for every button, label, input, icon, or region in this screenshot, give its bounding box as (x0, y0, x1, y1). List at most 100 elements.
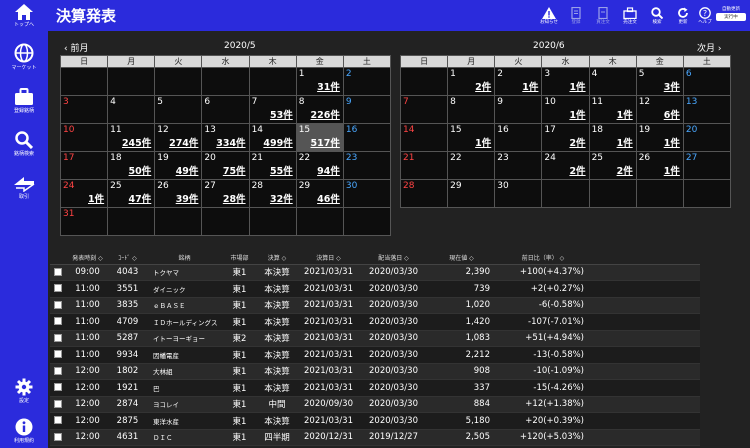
announcement-count-link[interactable]: 2件 (569, 163, 585, 177)
calendar-day-cell[interactable]: 3 1件 (541, 67, 590, 96)
calendar-day-cell[interactable]: 18 50件 (107, 151, 156, 180)
stock-name[interactable]: 因幡電産 (147, 346, 222, 364)
calendar-day-cell[interactable]: 14 499件 (248, 123, 297, 152)
calendar-day-cell[interactable]: 7 53件 (248, 95, 297, 124)
calendar-day-cell[interactable]: 19 49件 (154, 151, 203, 180)
calendar-day-cell[interactable]: 11 245件 (107, 123, 156, 152)
calendar-day-cell[interactable]: 28 (399, 179, 449, 208)
row-checkbox[interactable] (54, 350, 62, 359)
announcement-count-link[interactable]: 2件 (617, 163, 633, 177)
calendar-day-cell[interactable]: 10 (59, 123, 109, 152)
next-month-link[interactable]: 次月 › (697, 41, 721, 54)
table-row[interactable]: 11:00 4709 ＩＤホールディングス 東1 本決算 2021/03/31 2020/0… (50, 313, 700, 331)
calendar-day-cell[interactable]: 4 (588, 67, 637, 96)
stock-name[interactable]: イトーヨーギョー (147, 330, 222, 347)
calendar-day-cell[interactable]: 26 39件 (154, 179, 203, 208)
row-checkbox[interactable] (54, 399, 62, 408)
sidebar-item-market[interactable]: マーケット (0, 43, 48, 71)
table-row[interactable]: 12:00 2874 ヨコレイ 東1 中間 2020/09/30 2020/03/30 884… (50, 396, 700, 413)
buy-order-button[interactable]: 買注文 (592, 7, 614, 25)
announcement-count-link[interactable]: 50件 (129, 163, 152, 177)
calendar-day-cell[interactable]: 5 3件 (635, 67, 684, 96)
sidebar-item-top[interactable]: トップへ (0, 4, 48, 28)
calendar-day-cell[interactable]: 26 1件 (635, 151, 684, 180)
stock-name[interactable]: ｅＢＡＳＥ (147, 297, 222, 314)
announcement-count-link[interactable]: 245件 (122, 135, 151, 149)
notice-button[interactable]: お知らせ (538, 7, 560, 25)
announcement-count-link[interactable]: 39件 (176, 191, 199, 205)
calendar-day-cell[interactable]: 10 1件 (541, 95, 590, 124)
calendar-day-cell[interactable]: 12 274件 (154, 123, 203, 152)
calendar-day-cell[interactable]: 16 (342, 123, 392, 152)
announcement-count-link[interactable]: 49件 (176, 163, 199, 177)
announcement-count-link[interactable]: 53件 (270, 107, 293, 121)
announcement-count-link[interactable]: 499件 (263, 135, 292, 149)
auto-update-control[interactable]: 自動更新 実行中 (716, 6, 746, 21)
stock-name[interactable]: ＤＩＣ (147, 429, 222, 446)
calendar-day-cell[interactable]: 15 1件 (447, 123, 496, 152)
refresh-button[interactable]: 更新 (672, 7, 694, 25)
sidebar-item-search[interactable]: 銘柄検索 (0, 131, 48, 157)
calendar-day-cell[interactable]: 8 226件 (295, 95, 344, 124)
calendar-day-cell[interactable]: 4 (107, 95, 156, 124)
table-row[interactable]: 12:00 2875 東洋水産 東1 本決算 2021/03/31 2020/03/30 5,… (50, 412, 700, 430)
calendar-day-cell[interactable]: 7 (399, 95, 449, 124)
table-row[interactable]: 09:00 4043 トクヤマ 東1 本決算 2021/03/31 2020/03/30 2,… (50, 264, 700, 281)
row-checkbox[interactable] (54, 284, 62, 293)
calendar-day-cell[interactable]: 19 1件 (635, 123, 684, 152)
announcement-count-link[interactable]: 1件 (522, 79, 538, 93)
announcement-count-link[interactable]: 6件 (664, 107, 680, 121)
announcement-count-link[interactable]: 28件 (223, 191, 246, 205)
prev-month-link[interactable]: ‹ 前月 (64, 41, 88, 54)
calendar-day-cell[interactable]: 25 47件 (107, 179, 156, 208)
announcement-count-link[interactable]: 1件 (617, 135, 633, 149)
calendar-day-cell[interactable]: 14 (399, 123, 449, 152)
calendar-day-cell[interactable]: 21 (399, 151, 449, 180)
table-row[interactable]: 12:00 4631 ＤＩＣ 東1 四半期 2020/12/31 2019/12/27 2,5… (50, 429, 700, 446)
calendar-day-cell[interactable]: 29 (447, 179, 496, 208)
announcement-count-link[interactable]: 274件 (169, 135, 198, 149)
calendar-day-cell[interactable]: 13 (682, 95, 732, 124)
table-row[interactable]: 11:00 3835 ｅＢＡＳＥ 東1 本決算 2021/03/31 2020/03/30 1… (50, 297, 700, 314)
row-checkbox[interactable] (54, 383, 62, 392)
help-button[interactable]: ? ヘルプ (694, 7, 716, 25)
calendar-day-cell[interactable]: 20 75件 (201, 151, 250, 180)
calendar-day-cell[interactable]: 6 (682, 67, 732, 96)
calendar-day-cell[interactable]: 15 517件 (295, 123, 344, 152)
calendar-day-cell[interactable]: 17 (59, 151, 109, 180)
calendar-day-cell[interactable]: 22 (447, 151, 496, 180)
stock-name[interactable]: ＩＤホールディングス (147, 313, 222, 331)
sidebar-item-settings[interactable]: 設定 (0, 378, 48, 404)
calendar-day-cell[interactable]: 17 2件 (541, 123, 590, 152)
announcement-count-link[interactable]: 75件 (223, 163, 246, 177)
calendar-day-cell[interactable]: 16 (494, 123, 543, 152)
announcement-count-link[interactable]: 2件 (569, 135, 585, 149)
calendar-day-cell[interactable]: 28 32件 (248, 179, 297, 208)
announcement-count-link[interactable]: 226件 (311, 107, 340, 121)
sidebar-item-trade[interactable]: 取引 (0, 176, 48, 200)
row-checkbox[interactable] (54, 317, 62, 326)
stock-name[interactable]: 大林組 (147, 363, 222, 380)
calendar-day-cell[interactable]: 5 (154, 95, 203, 124)
calendar-day-cell[interactable]: 21 55件 (248, 151, 297, 180)
calendar-day-cell[interactable]: 8 (447, 95, 496, 124)
calendar-day-cell[interactable]: 27 28件 (201, 179, 250, 208)
table-row[interactable]: 11:00 9934 因幡電産 東1 本決算 2021/03/31 2020/03/30 2,… (50, 346, 700, 364)
calendar-day-cell[interactable]: 2 (342, 67, 392, 96)
calendar-day-cell[interactable]: 24 2件 (541, 151, 590, 180)
calendar-day-cell[interactable]: 11 1件 (588, 95, 637, 124)
announcement-count-link[interactable]: 1件 (88, 191, 104, 205)
header-exdiv[interactable]: 配当落日 ◇ (360, 252, 427, 265)
announcement-count-link[interactable]: 1件 (664, 163, 680, 177)
calendar-day-cell[interactable]: 23 (342, 151, 392, 180)
sell-order-button[interactable]: 売注文 (619, 7, 641, 25)
stock-name[interactable]: 巴 (147, 379, 222, 397)
table-row[interactable]: 11:00 3551 ダイニック 東1 本決算 2021/03/31 2020/03/30 7… (50, 280, 700, 298)
announcement-count-link[interactable]: 46件 (317, 191, 340, 205)
row-checkbox[interactable] (54, 267, 62, 276)
calendar-day-cell[interactable]: 29 46件 (295, 179, 344, 208)
calendar-day-cell[interactable]: 25 2件 (588, 151, 637, 180)
calendar-day-cell[interactable]: 31 (59, 207, 109, 236)
calendar-day-cell[interactable]: 22 94件 (295, 151, 344, 180)
table-row[interactable]: 12:00 1802 大林組 東1 本決算 2021/03/31 2020/03/30 908… (50, 363, 700, 380)
